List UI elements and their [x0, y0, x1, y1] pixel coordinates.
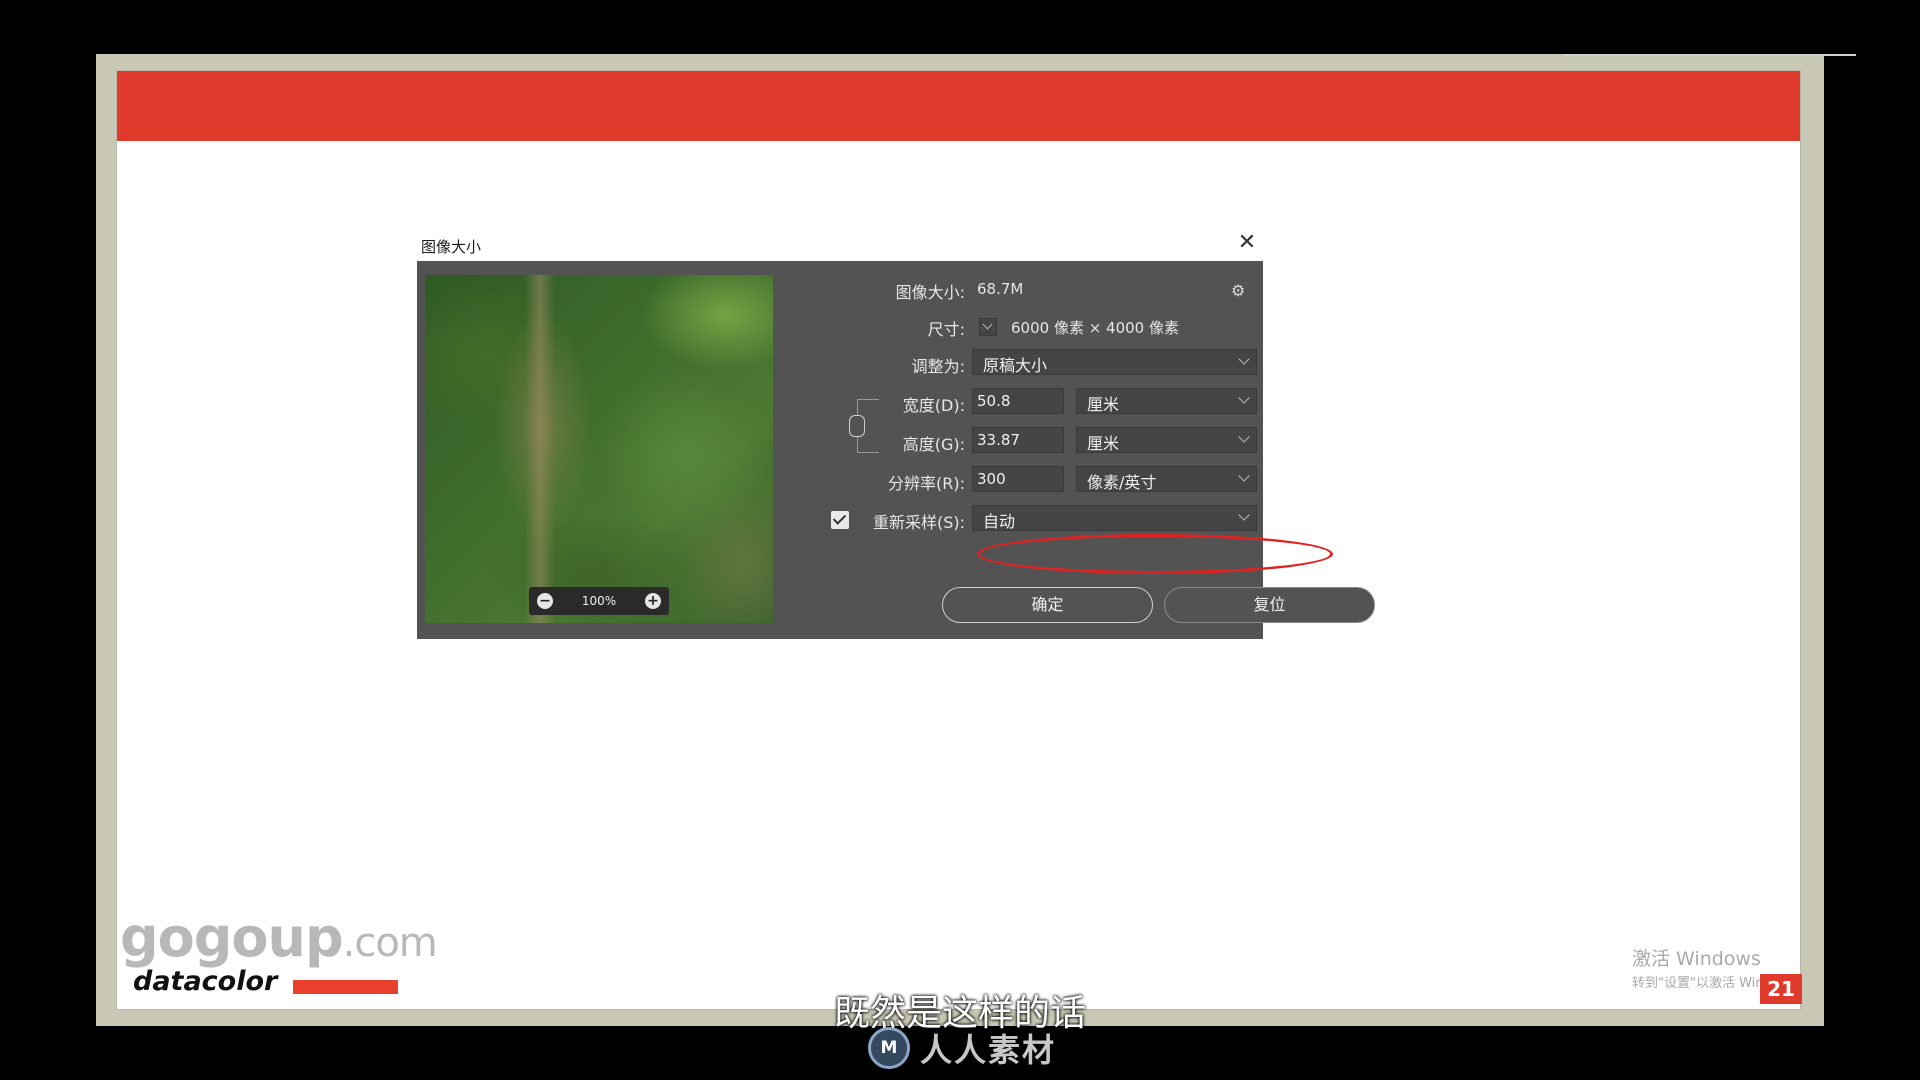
- image-size-dialog: 图像大小 ✕ − 100% + 图像大小: 68.7M ⚙ 尺寸: 6000 像…: [416, 228, 1375, 640]
- dialog-panel: − 100% + 图像大小: 68.7M ⚙ 尺寸: 6000 像素 × 400…: [417, 261, 1375, 639]
- dialog-title: 图像大小: [421, 238, 482, 256]
- chevron-down-icon: [1238, 470, 1250, 482]
- slide-banner: [117, 71, 1800, 141]
- dimensions-unit-dropdown[interactable]: [979, 318, 997, 336]
- width-label: 宽度(D):: [902, 396, 965, 415]
- ok-button[interactable]: 确定: [942, 587, 1153, 623]
- chevron-down-icon: [1238, 509, 1250, 521]
- zoom-level: 100%: [581, 594, 617, 608]
- chevron-down-icon: [1238, 392, 1250, 404]
- reset-button[interactable]: 复位: [1164, 587, 1375, 623]
- resample-value: 自动: [983, 512, 1016, 531]
- close-icon[interactable]: ✕: [1234, 230, 1260, 256]
- dimensions-value: 6000 像素 × 4000 像素: [1011, 319, 1179, 337]
- resolution-label: 分辨率(R):: [888, 474, 965, 493]
- resolution-unit-select[interactable]: 像素/英寸: [1076, 466, 1257, 492]
- image-preview[interactable]: − 100% +: [425, 275, 773, 623]
- site-logo: M 人人素材: [868, 1026, 1056, 1070]
- height-unit-value: 厘米: [1087, 434, 1120, 453]
- watermark-domain: .com: [342, 920, 438, 966]
- site-logo-text: 人人素材: [920, 1031, 1057, 1069]
- width-input[interactable]: 50.8: [972, 388, 1064, 414]
- activate-windows-title: 激活 Windows: [1632, 948, 1761, 970]
- dimensions-label: 尺寸:: [927, 320, 965, 339]
- height-input[interactable]: 33.87: [972, 427, 1064, 453]
- zoom-out-icon[interactable]: −: [537, 593, 553, 609]
- site-logo-icon: M: [868, 1027, 910, 1069]
- chevron-down-icon: [1238, 353, 1250, 365]
- fit-to-value: 原稿大小: [983, 356, 1048, 375]
- width-unit-select[interactable]: 厘米: [1076, 388, 1257, 414]
- height-label: 高度(G):: [902, 435, 965, 454]
- resolution-input[interactable]: 300: [972, 466, 1064, 492]
- resample-label: 重新采样(S):: [872, 513, 965, 532]
- image-size-label: 图像大小:: [895, 283, 965, 302]
- gogoup-watermark: gogoup.com: [120, 906, 438, 969]
- height-unit-select[interactable]: 厘米: [1076, 427, 1257, 453]
- width-unit-value: 厘米: [1087, 395, 1120, 414]
- zoom-control: − 100% +: [529, 587, 669, 615]
- image-size-value: 68.7M: [977, 280, 1024, 298]
- resolution-unit-value: 像素/英寸: [1087, 473, 1157, 492]
- preview-tree-trunk: [525, 275, 555, 623]
- fit-to-label: 调整为:: [911, 357, 965, 376]
- zoom-in-icon[interactable]: +: [645, 593, 661, 609]
- watermark-main: gogoup: [120, 906, 344, 969]
- fit-to-select[interactable]: 原稿大小: [972, 349, 1257, 375]
- resolution-highlight-ellipse: [977, 534, 1333, 574]
- resample-select[interactable]: 自动: [972, 505, 1257, 531]
- chevron-down-icon: [982, 319, 993, 330]
- chevron-down-icon: [1238, 431, 1250, 443]
- gear-icon[interactable]: ⚙: [1231, 281, 1245, 300]
- top-strip: [1564, 54, 1856, 56]
